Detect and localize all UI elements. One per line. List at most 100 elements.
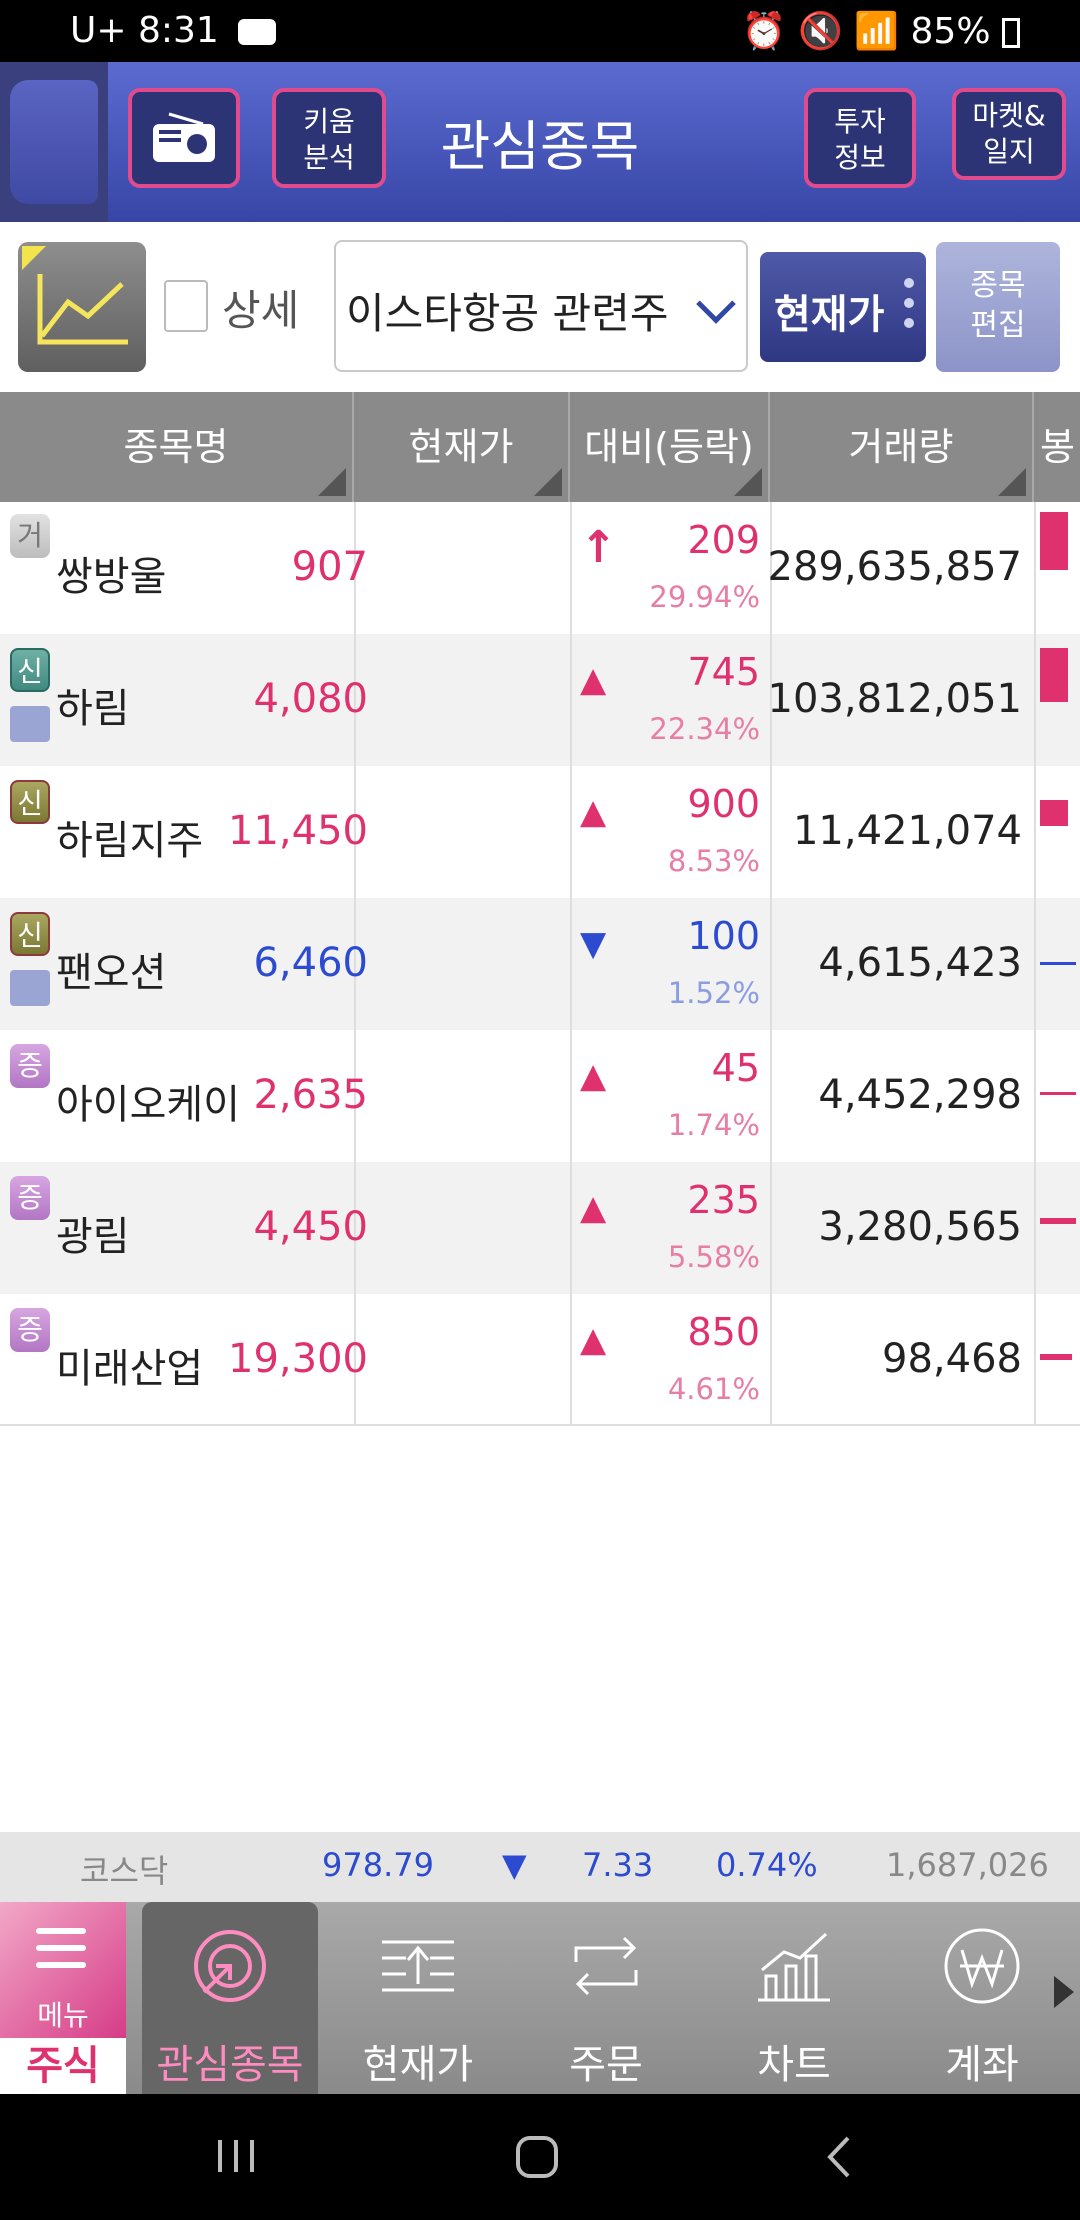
stock-volume: 3,280,565 xyxy=(818,1204,1022,1250)
candle-icon xyxy=(1040,648,1068,702)
market-diary-line1: 마켓& xyxy=(972,99,1046,132)
table-row[interactable]: 신 팬오션 6,460 ▼ 100 1.52% 4,615,423 xyxy=(0,898,1080,1030)
col-volume[interactable]: 거래량 xyxy=(770,392,1034,502)
index-value: 978.79 xyxy=(322,1846,434,1884)
up-arrow-icon: ▲ xyxy=(580,792,607,832)
stock-price: 907 xyxy=(291,544,368,590)
nav-order[interactable]: 주문 xyxy=(518,1902,694,2094)
current-price-button[interactable]: 현재가 xyxy=(760,252,926,362)
alarm-icon: ⏰ xyxy=(741,11,787,52)
candle-icon xyxy=(1040,512,1068,570)
candle-icon xyxy=(1040,962,1076,965)
market-badge: 거 xyxy=(10,514,50,558)
table-row[interactable]: 증 아이오케이 2,635 ▲ 45 1.74% 4,452,298 xyxy=(0,1030,1080,1162)
table-row[interactable]: 거 쌍방울 907 ↑ 209 29.94% 289,635,857 xyxy=(0,502,1080,634)
back-icon[interactable] xyxy=(824,2134,854,2180)
youtube-icon xyxy=(238,19,277,45)
table-row[interactable]: 신 하림 4,080 ▲ 745 22.34% 103,812,051 xyxy=(0,634,1080,766)
table-row[interactable]: 증 광림 4,450 ▲ 235 5.58% 3,280,565 xyxy=(0,1162,1080,1294)
stock-change: 745 xyxy=(687,650,760,694)
nav-order-label: 주문 xyxy=(569,2042,643,2088)
up-arrow-icon: ▲ xyxy=(580,1056,607,1096)
col-candle[interactable]: 봉 xyxy=(1034,392,1080,502)
nav-current-price[interactable]: 현재가 xyxy=(330,1902,506,2094)
index-change-pct: 0.74% xyxy=(716,1846,818,1884)
col-price[interactable]: 현재가 xyxy=(354,392,570,502)
table-row[interactable]: 증 미래산업 19,300 ▲ 850 4.61% 98,468 xyxy=(0,1294,1080,1426)
stock-price: 11,450 xyxy=(228,808,368,854)
stock-volume: 4,452,298 xyxy=(818,1072,1022,1118)
detail-label: 상세 xyxy=(222,286,300,335)
col-price-label: 현재가 xyxy=(408,425,514,469)
stock-category-label[interactable]: 주식 xyxy=(0,2038,126,2094)
status-bar: U+ 8:31 ⏰ 🔇 📶 85% xyxy=(0,0,1080,62)
status-left: U+ 8:31 xyxy=(70,10,277,51)
candle-icon xyxy=(1040,800,1068,826)
stock-name: 하림지주 xyxy=(56,818,204,864)
market-badge: 증 xyxy=(10,1044,50,1088)
nav-watchlist[interactable]: 관심종목 xyxy=(142,1902,318,2094)
detail-checkbox[interactable] xyxy=(164,280,208,332)
page-title: 관심종목 xyxy=(440,115,640,178)
market-diary-button[interactable]: 마켓& 일지 xyxy=(952,88,1066,180)
group-select[interactable]: 이스타항공 관련주 xyxy=(334,240,748,372)
table-row[interactable]: 신 하림지주 11,450 ▲ 900 8.53% 11,421,074 xyxy=(0,766,1080,898)
swap-icon xyxy=(574,1936,638,1996)
invest-info-button[interactable]: 투자 정보 xyxy=(804,88,916,188)
stock-name: 아이오케이 xyxy=(56,1082,240,1128)
col-change[interactable]: 대비(등락) xyxy=(570,392,770,502)
nav-chart-label: 차트 xyxy=(757,2042,831,2088)
table-header: 종목명 현재가 대비(등락) 거래량 봉 xyxy=(0,392,1080,502)
group-select-value: 이스타항공 관련주 xyxy=(346,289,669,338)
col-change-label: 대비(등락) xyxy=(584,425,754,469)
market-badge: 신 xyxy=(10,912,50,956)
won-coin-icon xyxy=(944,1928,1020,2004)
stock-volume: 103,812,051 xyxy=(767,676,1022,722)
index-name: 코스닥 xyxy=(80,1852,169,1890)
more-dots-icon xyxy=(904,278,914,338)
home-icon[interactable] xyxy=(514,2134,560,2180)
nav-current-price-label: 현재가 xyxy=(362,2042,474,2088)
stock-change: 235 xyxy=(687,1178,760,1222)
battery-icon xyxy=(1002,18,1020,48)
stock-price: 19,300 xyxy=(228,1336,368,1382)
stock-name: 하림 xyxy=(56,686,130,732)
stock-price: 4,450 xyxy=(253,1204,368,1250)
stock-change-pct: 5.58% xyxy=(667,1240,760,1274)
edit-stocks-line1: 종목 xyxy=(970,268,1026,303)
status-right: ⏰ 🔇 📶 85% xyxy=(742,10,1020,52)
market-badge: 증 xyxy=(10,1308,50,1352)
stock-change-pct: 22.34% xyxy=(649,712,760,746)
nav-watchlist-label: 관심종목 xyxy=(156,2042,304,2088)
stock-change-pct: 29.94% xyxy=(649,580,760,614)
clock: 8:31 xyxy=(137,10,219,51)
stock-change-pct: 8.53% xyxy=(667,844,760,878)
carrier: U+ xyxy=(70,10,127,51)
upper-limit-arrow-icon: ↑ xyxy=(580,522,617,573)
market-index-bar[interactable]: 코스닥 978.79 ▼ 7.33 0.74% 1,687,026 xyxy=(0,1832,1080,1902)
nav-chart[interactable]: 차트 xyxy=(706,1902,882,2094)
up-arrow-icon: ▲ xyxy=(580,660,607,700)
nav-account[interactable]: 계좌 xyxy=(894,1902,1070,2094)
memo-icon xyxy=(10,706,50,742)
stock-volume: 4,615,423 xyxy=(818,940,1022,986)
chart-toggle-button[interactable] xyxy=(18,242,146,372)
stock-price: 6,460 xyxy=(253,940,368,986)
edit-stocks-button[interactable]: 종목 편집 xyxy=(936,242,1060,372)
col-name-label: 종목명 xyxy=(123,425,229,469)
col-name[interactable]: 종목명 xyxy=(0,392,354,502)
col-candle-label: 봉 xyxy=(1040,425,1075,469)
edit-stocks-line2: 편집 xyxy=(970,308,1026,343)
chevron-down-icon xyxy=(696,284,736,324)
stock-name: 팬오션 xyxy=(56,950,167,996)
menu-button[interactable]: 메뉴 주식 xyxy=(0,1902,126,2094)
stock-name: 미래산업 xyxy=(56,1346,204,1392)
recent-apps-icon[interactable] xyxy=(214,2136,258,2176)
candle-icon xyxy=(1040,1218,1076,1224)
stock-change: 45 xyxy=(711,1046,760,1090)
hamburger-icon xyxy=(36,1928,86,1979)
index-volume: 1,687,026 xyxy=(886,1846,1049,1884)
next-arrow-icon[interactable] xyxy=(1054,1976,1074,2008)
market-badge: 증 xyxy=(10,1176,50,1220)
market-diary-line2: 일지 xyxy=(983,135,1035,168)
